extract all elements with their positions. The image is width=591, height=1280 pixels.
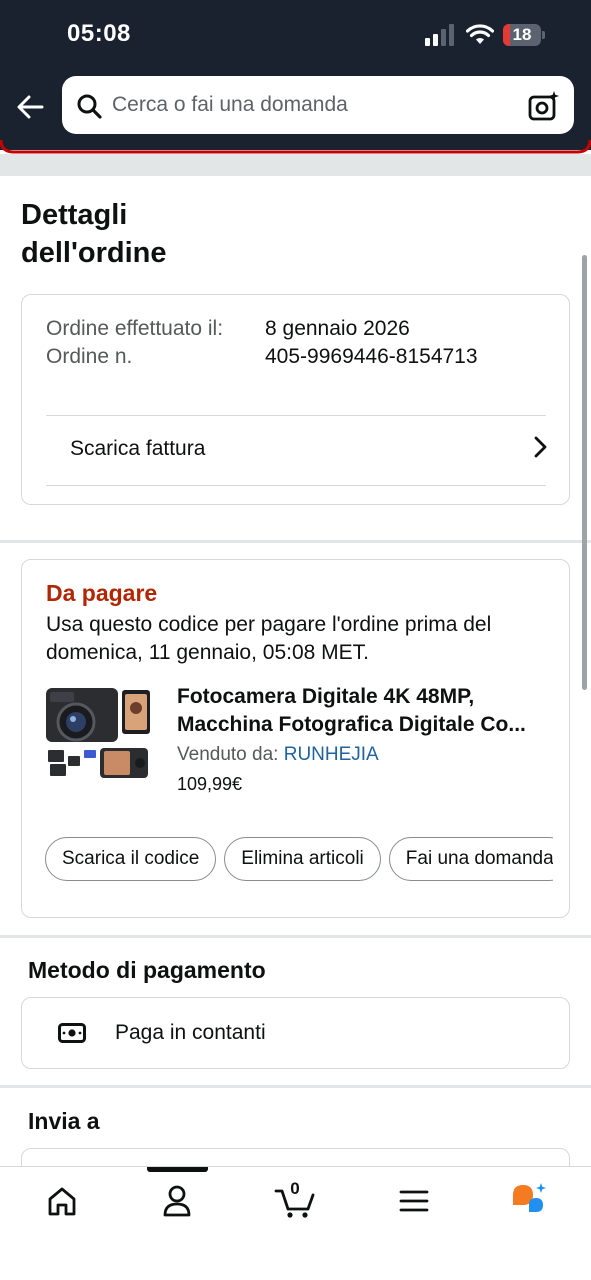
order-info-values: 8 gennaio 2026 405-9969446-8154713	[265, 315, 478, 371]
product-title-line2: Macchina Fotografica Digitale Co...	[177, 713, 526, 736]
sold-by: Venduto da: RUNHEJIA	[177, 744, 379, 766]
status-time: 05:08	[67, 20, 131, 47]
action-chips: Scarica il codice Elimina articoli Fai una…	[45, 837, 553, 883]
ask-question-button[interactable]: Fai una domanda	[388, 837, 553, 881]
ship-to-heading: Invia a	[28, 1108, 100, 1134]
payment-method-heading: Metodo di pagamento	[28, 957, 266, 983]
search-input[interactable]	[112, 76, 522, 134]
divider	[46, 485, 546, 486]
assistant-icon[interactable]	[509, 1183, 549, 1219]
seller-link[interactable]: RUNHEJIA	[284, 744, 379, 765]
back-arrow-icon[interactable]	[14, 90, 48, 124]
download-code-button[interactable]: Scarica il codice	[45, 837, 217, 881]
account-icon[interactable]	[157, 1185, 197, 1217]
menu-icon[interactable]	[394, 1185, 434, 1217]
header-separator	[0, 154, 591, 176]
order-info-card: Ordine effettuato il: Ordine n. 8 gennai…	[21, 294, 570, 505]
search-bar[interactable]	[62, 76, 574, 134]
order-date: 8 gennaio 2026	[265, 317, 410, 340]
wifi-icon	[466, 24, 494, 44]
section-separator	[0, 1085, 591, 1088]
payment-due-card: Da pagare Usa questo codice per pagare l…	[21, 559, 570, 918]
home-icon[interactable]	[42, 1185, 82, 1217]
payment-due-title: Da pagare	[46, 580, 158, 606]
cellular-signal-icon	[425, 24, 454, 46]
page-title: Dettagli dell'ordine	[21, 199, 167, 269]
delete-items-button[interactable]: Elimina articoli	[224, 837, 381, 881]
active-tab-indicator	[147, 1167, 208, 1172]
download-invoice-row[interactable]: Scarica fattura	[46, 415, 547, 485]
download-invoice-label: Scarica fattura	[70, 437, 206, 460]
section-separator	[0, 540, 591, 543]
product-price: 109,99€	[177, 774, 243, 794]
order-number-label: Ordine n.	[46, 345, 133, 368]
header-accent-strip	[0, 140, 591, 154]
chevron-right-icon	[534, 436, 547, 458]
battery-indicator: 18	[503, 24, 545, 46]
battery-tip	[542, 31, 545, 39]
battery-percent: 18	[512, 25, 532, 44]
order-info-labels: Ordine effettuato il: Ordine n.	[46, 315, 236, 371]
payment-method-label: Paga in contanti	[115, 1021, 266, 1044]
product-title-line1: Fotocamera Digitale 4K 48MP,	[177, 685, 475, 708]
order-placed-label: Ordine effettuato il:	[46, 317, 224, 340]
scrollbar[interactable]	[582, 255, 587, 690]
order-number: 405-9969446-8154713	[265, 345, 478, 368]
header: 05:08 18	[0, 0, 591, 150]
search-icon	[77, 94, 102, 119]
cart-count: 0	[290, 1179, 300, 1198]
cash-icon	[58, 1023, 86, 1043]
payment-method-card[interactable]: Paga in contanti	[21, 997, 570, 1069]
cart-button[interactable]: 0	[274, 1179, 318, 1219]
product-image[interactable]	[44, 684, 154, 786]
payment-due-description: Usa questo codice per pagare l'ordine pr…	[46, 613, 492, 664]
product-title[interactable]: Fotocamera Digitale 4K 48MP, Macchina Fo…	[177, 683, 547, 739]
section-separator	[0, 935, 591, 938]
camera-search-icon[interactable]	[528, 90, 560, 122]
sold-by-label: Venduto da:	[177, 744, 279, 765]
bottom-nav: 0	[0, 1166, 591, 1280]
